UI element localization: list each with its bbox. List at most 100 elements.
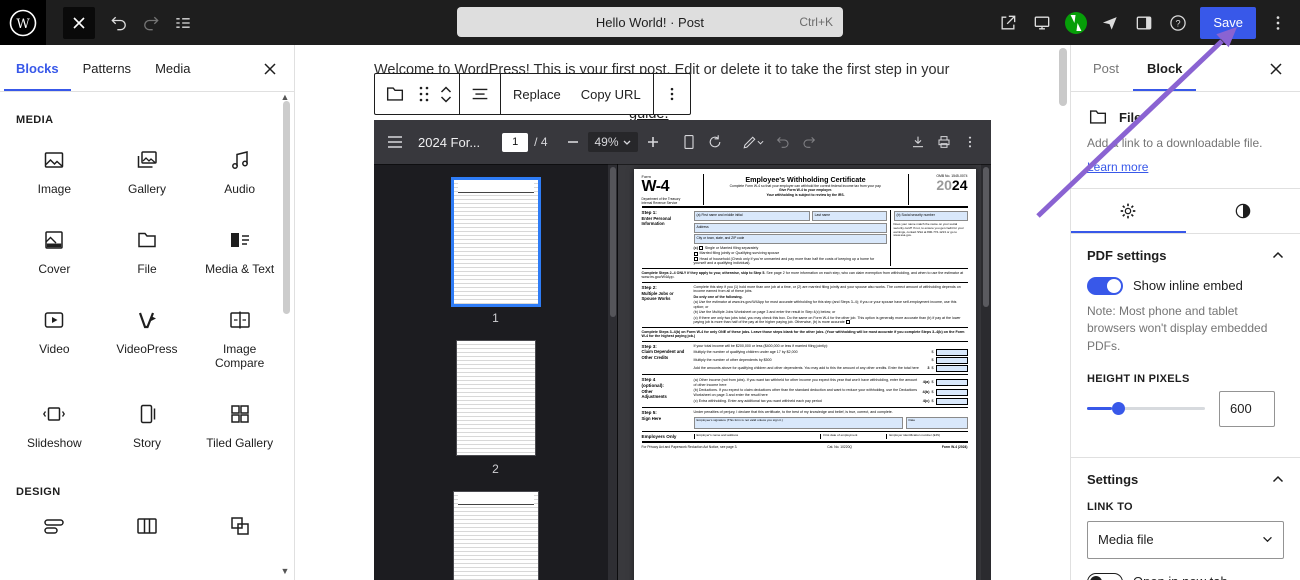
pdf-page-input[interactable]: [502, 133, 528, 152]
close-settings-button[interactable]: [1264, 57, 1288, 81]
slider-knob[interactable]: [1112, 402, 1125, 415]
chevron-up-icon: [1272, 251, 1284, 259]
learn-more-link[interactable]: Learn more: [1087, 160, 1148, 174]
height-input[interactable]: [1219, 391, 1275, 427]
tab-media[interactable]: Media: [143, 45, 202, 91]
thumbnail-scrollbar[interactable]: [608, 164, 617, 580]
help-icon: ?: [1168, 13, 1188, 33]
block-item-gallery[interactable]: Gallery: [101, 138, 194, 218]
w4-amount-4a[interactable]: [936, 379, 968, 386]
wordpress-logo-icon: W: [8, 8, 38, 38]
block-options-button[interactable]: [656, 74, 688, 114]
w4-amount-dependents[interactable]: [936, 357, 968, 364]
w4-amount-total[interactable]: [936, 365, 968, 372]
w4-checkbox-two-jobs[interactable]: [846, 320, 850, 324]
pdf-thumbnail-3[interactable]: [454, 492, 538, 580]
undo-button[interactable]: [103, 7, 135, 39]
open-new-tab-row[interactable]: Open in new tab: [1087, 573, 1284, 580]
block-item-tiled-gallery[interactable]: Tiled Gallery: [193, 392, 286, 472]
tab-settings-gear[interactable]: [1071, 189, 1186, 233]
save-button[interactable]: Save: [1200, 7, 1256, 39]
pdf-undo-button[interactable]: [770, 129, 796, 155]
options-menu-button[interactable]: [1262, 7, 1294, 39]
jetpack-icon: [1065, 12, 1087, 34]
command-palette[interactable]: Hello World! · Post Ctrl+K: [457, 7, 843, 37]
block-item-image[interactable]: Image: [8, 138, 101, 218]
view-post-button[interactable]: [992, 7, 1024, 39]
w4-field-first-name[interactable]: (a) First name and middle initial: [694, 211, 810, 221]
pdf-zoom-in-button[interactable]: [640, 129, 666, 155]
block-item-slideshow[interactable]: Slideshow: [8, 392, 101, 472]
wordpress-logo[interactable]: W: [0, 0, 46, 45]
pdf-zoom-out-button[interactable]: [560, 129, 586, 155]
w4-checkbox-single[interactable]: [699, 246, 703, 250]
pdf-sidebar-toggle[interactable]: [382, 129, 408, 155]
canvas-scrollbar[interactable]: [1059, 48, 1067, 106]
pdf-zoom-select[interactable]: 49%: [588, 132, 638, 152]
tab-styles[interactable]: [1186, 189, 1300, 233]
w4-date-field[interactable]: Date: [906, 417, 968, 429]
pdf-settings-header[interactable]: PDF settings: [1087, 248, 1284, 263]
block-item-file[interactable]: File: [101, 218, 194, 298]
left-sidebar-scrollbar[interactable]: [283, 101, 290, 314]
settings-sidebar-toggle[interactable]: [1128, 7, 1160, 39]
w4-field-address[interactable]: Address: [694, 223, 887, 233]
settings-header[interactable]: Settings: [1087, 472, 1284, 487]
help-button[interactable]: ?: [1162, 7, 1194, 39]
drag-handle[interactable]: [413, 74, 435, 114]
tab-block[interactable]: Block: [1133, 45, 1196, 91]
w4-amount-children[interactable]: [936, 349, 968, 356]
w4-field-ssn[interactable]: (b) Social security number: [894, 211, 968, 221]
preview-button[interactable]: [1026, 7, 1058, 39]
w4-signature-field[interactable]: Employee's signature (This form is not v…: [694, 417, 903, 429]
pdf-annotate-button[interactable]: [736, 129, 770, 155]
height-slider[interactable]: [1087, 407, 1205, 410]
pdf-print-button[interactable]: [931, 129, 957, 155]
pdf-download-button[interactable]: [905, 129, 931, 155]
block-item-media-text[interactable]: Media & Text: [193, 218, 286, 298]
pdf-more-button[interactable]: [957, 129, 983, 155]
w4-amount-4c[interactable]: [936, 398, 968, 405]
scroll-down-arrow[interactable]: ▼: [280, 566, 290, 576]
show-inline-embed-row[interactable]: Show inline embed: [1087, 277, 1284, 295]
file-block-type-button[interactable]: [377, 74, 413, 114]
block-item-story[interactable]: Story: [101, 392, 194, 472]
jetpack-button[interactable]: [1060, 7, 1092, 39]
w4-amount-4b[interactable]: [936, 389, 968, 396]
block-item-videopress[interactable]: VideoPress: [101, 298, 194, 378]
link-to-select[interactable]: Media file: [1087, 521, 1284, 559]
show-inline-embed-toggle[interactable]: [1087, 277, 1123, 295]
publish-send-button[interactable]: [1094, 7, 1126, 39]
block-item-audio[interactable]: Audio: [193, 138, 286, 218]
list-view-button[interactable]: [167, 7, 199, 39]
tab-post[interactable]: Post: [1079, 45, 1133, 91]
pdf-thumbnail-1[interactable]: [454, 180, 538, 304]
pdf-redo-button[interactable]: [796, 129, 822, 155]
kebab-menu-icon: [663, 85, 681, 103]
pdf-thumbnail-2[interactable]: [457, 341, 535, 455]
close-inserter-button[interactable]: [63, 7, 95, 39]
redo-button[interactable]: [135, 7, 167, 39]
w4-checkbox-hoh[interactable]: [694, 257, 698, 261]
pdf-rotate-button[interactable]: [702, 129, 728, 155]
block-movers[interactable]: [435, 86, 457, 103]
pdf-viewer-scrollbar[interactable]: [981, 164, 991, 580]
pdf-page-view-button[interactable]: [676, 129, 702, 155]
w4-field-city[interactable]: City or town, state, and ZIP code: [694, 234, 887, 244]
block-item-buttons[interactable]: [8, 504, 101, 580]
replace-button[interactable]: Replace: [503, 74, 571, 114]
block-item-image-compare[interactable]: Image Compare: [193, 298, 286, 392]
align-button[interactable]: [462, 74, 498, 114]
close-inserter-x[interactable]: [258, 57, 282, 81]
tab-patterns[interactable]: Patterns: [71, 45, 143, 91]
tab-blocks[interactable]: Blocks: [4, 45, 71, 91]
document-title: Hello World! · Post: [596, 15, 704, 30]
block-item-cover[interactable]: Cover: [8, 218, 101, 298]
block-item-group[interactable]: [193, 504, 286, 580]
copy-url-button[interactable]: Copy URL: [571, 74, 651, 114]
w4-checkbox-married[interactable]: [694, 252, 698, 256]
w4-field-last-name[interactable]: Last name: [812, 211, 887, 221]
open-new-tab-toggle[interactable]: [1087, 573, 1123, 580]
block-item-video[interactable]: Video: [8, 298, 101, 378]
block-item-columns[interactable]: [101, 504, 194, 580]
